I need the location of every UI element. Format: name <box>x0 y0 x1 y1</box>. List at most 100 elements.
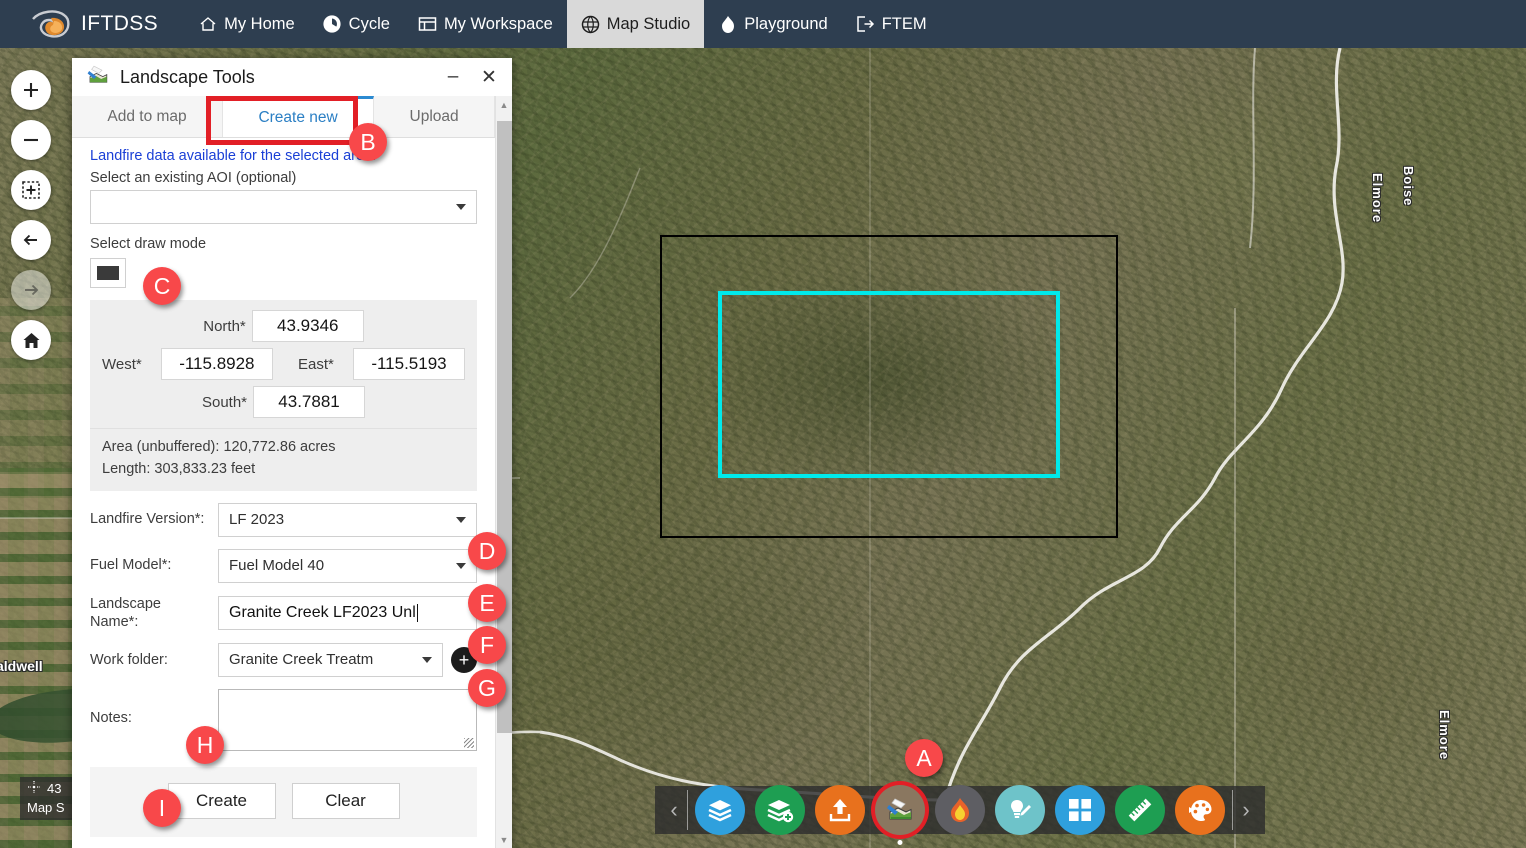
bulb-pencil-icon[interactable] <box>995 785 1045 835</box>
nav-item-my-workspace[interactable]: My Workspace <box>404 0 567 48</box>
flame-swoosh-logo-icon <box>30 9 72 39</box>
box-plus-icon[interactable] <box>11 170 51 210</box>
landscape-tools-icon[interactable] <box>875 785 925 835</box>
landscape-name-label: Landscape Name*: <box>90 595 210 631</box>
upload-icon[interactable] <box>815 785 865 835</box>
panel-scrollbar[interactable]: ▲ ▼ <box>495 96 512 848</box>
layers-icon[interactable] <box>695 785 745 835</box>
map-label-boise: Boise <box>1401 166 1416 206</box>
panel-body: Add to map Create new Upload Landfire da… <box>72 96 512 848</box>
east-input[interactable]: -115.5193 <box>353 348 465 380</box>
landscape-name-input[interactable]: Granite Creek LF2023 Unl <box>218 596 477 630</box>
nav-item-playground[interactable]: Playground <box>704 0 841 48</box>
top-navbar: IFTDSS My Home Cycle My Workspace <box>0 0 1526 48</box>
panel-header: Landscape Tools – ✕ <box>72 58 512 96</box>
notes-control <box>218 689 477 751</box>
arrow-right-icon[interactable] <box>11 270 51 310</box>
length-value: Length: 303,833.23 feet <box>102 459 465 481</box>
map-home-extent-button[interactable] <box>11 320 51 360</box>
annotation-badge-a: A <box>905 739 943 777</box>
create-new-form: Select an existing AOI (optional) Select… <box>72 170 495 288</box>
panel-scroll-area: Add to map Create new Upload Landfire da… <box>72 96 495 848</box>
grid-icon[interactable] <box>1055 785 1105 835</box>
clear-button[interactable]: Clear <box>292 783 400 819</box>
aoi-extent-box[interactable] <box>718 291 1060 478</box>
rectangle-glyph <box>97 266 119 280</box>
tool-upload[interactable] <box>815 785 865 835</box>
map-zoom-in-button[interactable] <box>11 70 51 110</box>
scrollbar-track[interactable] <box>496 113 513 831</box>
dock-next-button[interactable]: › <box>1233 789 1259 831</box>
tool-edit-idea[interactable] <box>995 785 1045 835</box>
arrow-left-icon[interactable] <box>11 220 51 260</box>
aoi-select[interactable] <box>90 190 477 224</box>
draw-mode-label: Select draw mode <box>90 236 477 252</box>
aoi-select-label: Select an existing AOI (optional) <box>90 170 477 186</box>
dock-prev-button[interactable]: ‹ <box>661 789 687 831</box>
close-button[interactable]: ✕ <box>476 64 502 90</box>
tool-grid[interactable] <box>1055 785 1105 835</box>
map-zoom-out-button[interactable] <box>11 120 51 160</box>
nav-item-label: Cycle <box>349 15 390 34</box>
minimize-button[interactable]: – <box>440 64 466 90</box>
scroll-up-icon[interactable]: ▲ <box>496 96 513 113</box>
nav-item-map-studio[interactable]: Map Studio <box>567 0 704 48</box>
tool-fire-behavior[interactable] <box>935 785 985 835</box>
west-label: West* <box>102 356 148 373</box>
landfire-version-label: Landfire Version*: <box>90 510 210 528</box>
map-label-elmore-north: Elmore <box>1370 173 1385 223</box>
plus-icon[interactable] <box>11 70 51 110</box>
map-next-extent-button[interactable] <box>11 270 51 310</box>
west-input[interactable]: -115.8928 <box>161 348 273 380</box>
nav-item-label: Map Studio <box>607 15 690 34</box>
annotation-badge-d: D <box>468 532 506 570</box>
palette-icon[interactable] <box>1175 785 1225 835</box>
tab-add-to-map[interactable]: Add to map <box>72 96 223 137</box>
nav-item-label: Playground <box>744 15 827 34</box>
flame-icon[interactable] <box>935 785 985 835</box>
resize-grip-icon[interactable] <box>464 738 474 748</box>
ruler-icon[interactable] <box>1115 785 1165 835</box>
home-icon[interactable] <box>11 320 51 360</box>
tool-layers[interactable] <box>695 785 745 835</box>
north-input[interactable]: 43.9346 <box>252 310 364 342</box>
work-folder-select[interactable]: Granite Creek Treatm <box>218 643 443 677</box>
fuel-model-value: Fuel Model 40 <box>229 557 324 574</box>
nav-item-ftem[interactable]: FTEM <box>842 0 941 48</box>
rectangle-draw-icon[interactable] <box>90 258 126 288</box>
minus-icon[interactable] <box>11 120 51 160</box>
scale-label: Map S <box>27 799 65 817</box>
landfire-version-row: Landfire Version*: LF 2023 <box>90 503 477 537</box>
annotation-badge-f: F <box>468 626 506 664</box>
workspace-window-icon <box>418 15 437 34</box>
map-zoom-to-box-button[interactable] <box>11 170 51 210</box>
tool-measure[interactable] <box>1115 785 1165 835</box>
fuel-model-select[interactable]: Fuel Model 40 <box>218 549 477 583</box>
map-previous-extent-button[interactable] <box>11 220 51 260</box>
landscape-tools-icon <box>86 63 110 92</box>
north-label: North* <box>203 318 252 335</box>
east-label: East* <box>286 356 340 373</box>
text-cursor <box>417 604 418 622</box>
tool-landscape[interactable] <box>875 785 925 835</box>
area-summary: Area (unbuffered): 120,772.86 acres Leng… <box>90 428 477 491</box>
fuel-model-row: Fuel Model*: Fuel Model 40 <box>90 549 477 583</box>
layers-plus-icon[interactable] <box>755 785 805 835</box>
south-input[interactable]: 43.7881 <box>253 386 365 418</box>
nav-item-my-home[interactable]: My Home <box>184 0 309 48</box>
cycle-clock-icon <box>323 15 342 34</box>
actions-wrapper: Create Clear <box>72 767 495 837</box>
work-folder-label: Work folder: <box>90 651 210 669</box>
brand[interactable]: IFTDSS <box>0 9 184 39</box>
create-button[interactable]: Create <box>168 783 276 819</box>
nav-item-cycle[interactable]: Cycle <box>309 0 404 48</box>
landfire-version-select[interactable]: LF 2023 <box>218 503 477 537</box>
coordinate-value: 43 <box>47 780 61 798</box>
tool-symbology[interactable] <box>1175 785 1225 835</box>
scroll-down-icon[interactable]: ▼ <box>496 831 513 848</box>
coordinate-readout: 43 Map S <box>20 777 72 820</box>
tab-upload[interactable]: Upload <box>374 96 495 137</box>
tool-add-layer[interactable] <box>755 785 805 835</box>
notes-textarea[interactable] <box>218 689 477 751</box>
extent-section: North* 43.9346 West* -115.8928 East* -11… <box>72 300 495 491</box>
